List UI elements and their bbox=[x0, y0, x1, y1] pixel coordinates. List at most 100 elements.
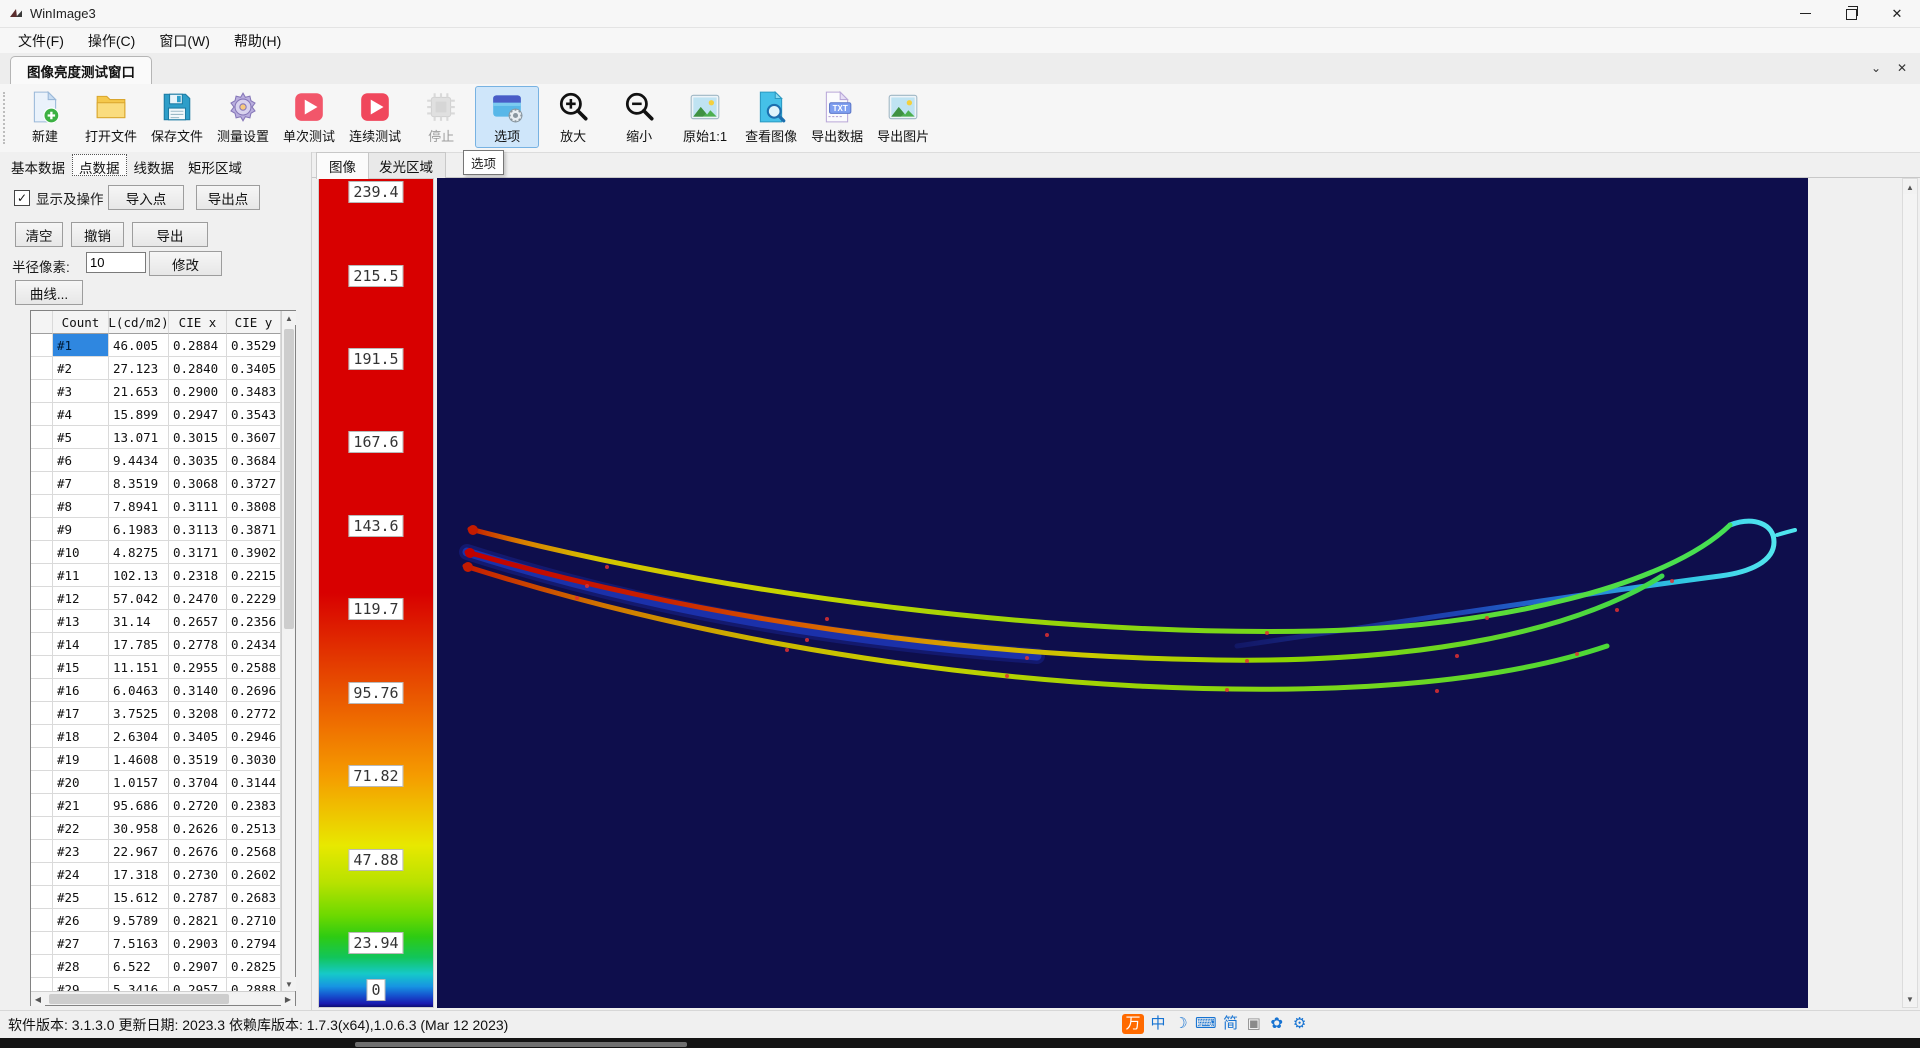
table-row[interactable]: #2417.3180.27300.2602 bbox=[31, 863, 281, 886]
toolbar-button-original-1to1[interactable]: 原始1:1 bbox=[673, 86, 737, 148]
table-row[interactable]: #2195.6860.27200.2383 bbox=[31, 794, 281, 817]
table-row[interactable]: #146.0050.28840.3529 bbox=[31, 334, 281, 357]
tab-close-button[interactable]: ✕ bbox=[1892, 58, 1912, 78]
toolbar-button-stop[interactable]: 停止 bbox=[409, 86, 473, 148]
data-tab-2[interactable]: 线数据 bbox=[127, 154, 182, 176]
toolbar-button-new-file[interactable]: 新建 bbox=[13, 86, 77, 148]
menu-item-3[interactable]: 帮助(H) bbox=[222, 28, 293, 54]
ime-icon-3[interactable]: ⌨ bbox=[1195, 1014, 1217, 1034]
table-row[interactable]: #1417.7850.27780.2434 bbox=[31, 633, 281, 656]
curve-button[interactable]: 曲线... bbox=[15, 280, 83, 305]
toolbar-button-measure-gear[interactable]: 测量设置 bbox=[211, 86, 275, 148]
data-tab-0[interactable]: 基本数据 bbox=[4, 154, 72, 176]
colorbar-label: 191.5 bbox=[348, 348, 403, 370]
table-row[interactable]: #1511.1510.29550.2588 bbox=[31, 656, 281, 679]
toolbar-button-export-txt[interactable]: TXT导出数据 bbox=[805, 86, 869, 148]
scroll-up-icon[interactable]: ▲ bbox=[282, 311, 296, 325]
table-row[interactable]: #78.35190.30680.3727 bbox=[31, 472, 281, 495]
table-row[interactable]: #166.04630.31400.2696 bbox=[31, 679, 281, 702]
ime-icon-1[interactable]: 中 bbox=[1149, 1014, 1167, 1034]
toolbar-button-options[interactable]: 选项 bbox=[475, 86, 539, 148]
toolbar-button-save-floppy[interactable]: 保存文件 bbox=[145, 86, 209, 148]
modify-button[interactable]: 修改 bbox=[149, 251, 222, 276]
export-button[interactable]: 导出 bbox=[132, 222, 208, 247]
table-row[interactable]: #415.8990.29470.3543 bbox=[31, 403, 281, 426]
table-vertical-scrollbar[interactable]: ▲ ▼ bbox=[281, 311, 295, 991]
radius-pixels-input[interactable] bbox=[86, 252, 146, 273]
ime-icon-0[interactable]: 万 bbox=[1122, 1014, 1144, 1034]
table-row[interactable]: #513.0710.30150.3607 bbox=[31, 426, 281, 449]
toolbar-button-view-image[interactable]: 查看图像 bbox=[739, 86, 803, 148]
export-txt-icon: TXT bbox=[820, 90, 854, 124]
scroll-up-icon[interactable]: ▲ bbox=[1903, 180, 1917, 194]
menu-item-1[interactable]: 操作(C) bbox=[76, 28, 147, 54]
scroll-left-icon[interactable]: ◀ bbox=[31, 992, 45, 1006]
clear-button[interactable]: 清空 bbox=[15, 222, 63, 247]
table-row[interactable]: #286.5220.29070.2825 bbox=[31, 955, 281, 978]
image-canvas[interactable] bbox=[437, 178, 1808, 1008]
export-points-button[interactable]: 导出点 bbox=[196, 185, 260, 210]
scroll-down-icon[interactable]: ▼ bbox=[282, 977, 296, 991]
svg-text:TXT: TXT bbox=[833, 104, 848, 113]
stop-icon bbox=[424, 90, 458, 124]
toolbar-button-open-folder[interactable]: 打开文件 bbox=[79, 86, 143, 148]
colorbar-label: 167.6 bbox=[348, 431, 403, 453]
import-points-button[interactable]: 导入点 bbox=[108, 185, 184, 210]
ime-icon-5[interactable]: ▣ bbox=[1245, 1014, 1263, 1034]
data-tab-1[interactable]: 点数据 bbox=[72, 154, 127, 176]
ime-icon-4[interactable]: 简 bbox=[1222, 1014, 1240, 1034]
toolbar-button-export-image[interactable]: 导出图片 bbox=[871, 86, 935, 148]
scroll-right-icon[interactable]: ▶ bbox=[281, 992, 295, 1006]
view-tab-1[interactable]: 发光区域 bbox=[366, 152, 446, 178]
menu-item-2[interactable]: 窗口(W) bbox=[147, 28, 222, 54]
undo-button[interactable]: 撤销 bbox=[71, 222, 124, 247]
menu-item-0[interactable]: 文件(F) bbox=[6, 28, 76, 54]
toolbar-button-single-test[interactable]: 单次测试 bbox=[277, 86, 341, 148]
ime-icon-7[interactable]: ⚙ bbox=[1291, 1014, 1309, 1034]
table-row[interactable]: #277.51630.29030.2794 bbox=[31, 932, 281, 955]
ime-icon-6[interactable]: ✿ bbox=[1268, 1014, 1286, 1034]
table-horizontal-scrollbar[interactable]: ◀ ▶ bbox=[31, 991, 295, 1005]
table-row[interactable]: #191.46080.35190.3030 bbox=[31, 748, 281, 771]
table-row[interactable]: #69.44340.30350.3684 bbox=[31, 449, 281, 472]
table-cell: 0.2602 bbox=[227, 863, 281, 886]
tab-list-dropdown-button[interactable]: ⌄ bbox=[1866, 58, 1886, 78]
ime-icon-2[interactable]: ☽ bbox=[1172, 1014, 1190, 1034]
table-row[interactable]: #96.19830.31130.3871 bbox=[31, 518, 281, 541]
toolbar-button-zoom-out[interactable]: 缩小 bbox=[607, 86, 671, 148]
table-row[interactable]: #87.89410.31110.3808 bbox=[31, 495, 281, 518]
table-row[interactable]: #295.34160.29570.2888 bbox=[31, 978, 281, 991]
minimize-button[interactable] bbox=[1782, 0, 1828, 27]
toolbar-button-continuous-test[interactable]: 连续测试 bbox=[343, 86, 407, 148]
table-cell: #16 bbox=[53, 679, 109, 702]
scrollbar-thumb[interactable] bbox=[49, 994, 229, 1004]
table-row[interactable]: #182.63040.34050.2946 bbox=[31, 725, 281, 748]
document-tab[interactable]: 图像亮度测试窗口 bbox=[10, 56, 152, 84]
restore-button[interactable] bbox=[1828, 0, 1874, 27]
scroll-down-icon[interactable]: ▼ bbox=[1903, 992, 1917, 1006]
table-cell: 0.2318 bbox=[169, 564, 227, 587]
scrollbar-thumb[interactable] bbox=[284, 329, 294, 629]
table-row[interactable]: #269.57890.28210.2710 bbox=[31, 909, 281, 932]
view-tab-0[interactable]: 图像 bbox=[316, 152, 369, 179]
table-row[interactable]: #2515.6120.27870.2683 bbox=[31, 886, 281, 909]
table-row[interactable]: #1331.140.26570.2356 bbox=[31, 610, 281, 633]
table-row[interactable]: #11102.130.23180.2215 bbox=[31, 564, 281, 587]
table-row[interactable]: #2230.9580.26260.2513 bbox=[31, 817, 281, 840]
table-cell: 0.2772 bbox=[227, 702, 281, 725]
close-button[interactable]: ✕ bbox=[1874, 0, 1920, 27]
table-row[interactable]: #201.01570.37040.3144 bbox=[31, 771, 281, 794]
table-row[interactable]: #173.75250.32080.2772 bbox=[31, 702, 281, 725]
table-row[interactable]: #1257.0420.24700.2229 bbox=[31, 587, 281, 610]
table-row[interactable]: #104.82750.31710.3902 bbox=[31, 541, 281, 564]
table-row[interactable]: #227.1230.28400.3405 bbox=[31, 357, 281, 380]
toolbar-grip[interactable] bbox=[3, 92, 5, 144]
colorbar-label: 71.82 bbox=[348, 765, 403, 787]
image-vertical-scrollbar[interactable]: ▲ ▼ bbox=[1902, 178, 1918, 1008]
display-operate-checkbox[interactable]: ✓ bbox=[14, 190, 30, 206]
data-tab-3[interactable]: 矩形区域 bbox=[181, 154, 249, 176]
row-selector-cell bbox=[31, 495, 53, 518]
table-row[interactable]: #321.6530.29000.3483 bbox=[31, 380, 281, 403]
table-row[interactable]: #2322.9670.26760.2568 bbox=[31, 840, 281, 863]
toolbar-button-zoom-in[interactable]: 放大 bbox=[541, 86, 605, 148]
